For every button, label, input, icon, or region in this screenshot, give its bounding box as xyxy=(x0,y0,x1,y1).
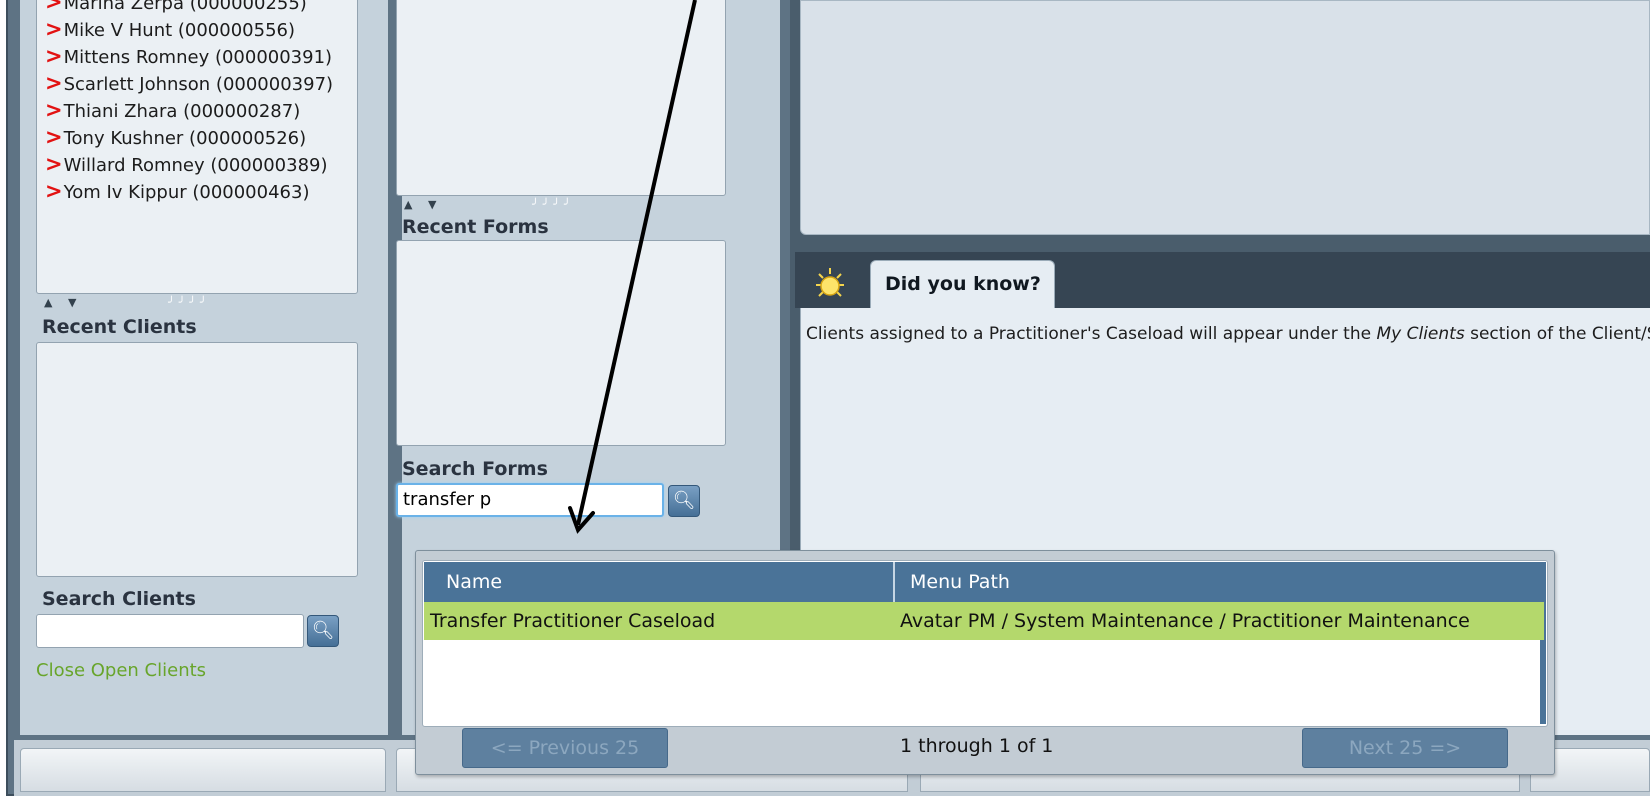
resize-arrows-icon[interactable]: ▲ ▼ xyxy=(44,296,82,309)
chevron-right-icon: > xyxy=(45,17,63,41)
forms-list[interactable] xyxy=(396,0,726,196)
client-list-item[interactable]: >Mittens Romney (000000391) xyxy=(45,43,357,70)
recent-forms-title: Recent Forms xyxy=(402,216,549,238)
recent-clients-list[interactable] xyxy=(36,342,358,577)
resize-grip-icon[interactable]: ╯╯╯╯ xyxy=(168,296,211,309)
search-icon: 🔍︎ xyxy=(311,620,335,641)
chevron-right-icon: > xyxy=(45,152,63,176)
client-list-item[interactable]: >Thiani Zhara (000000287) xyxy=(45,97,357,124)
client-list-item[interactable]: >Tony Kushner (000000526) xyxy=(45,124,357,151)
client-name: Tony Kushner (000000526) xyxy=(63,128,307,149)
column-header-name[interactable]: Name xyxy=(446,562,502,602)
forms-resize-arrows-icon[interactable]: ▲ ▼ xyxy=(404,198,442,211)
tip-text-part: Clients assigned to a Practitioner's Cas… xyxy=(806,324,1377,344)
lightbulb-icon xyxy=(810,265,850,305)
search-icon: 🔍︎ xyxy=(672,490,696,511)
search-clients-input[interactable] xyxy=(36,614,304,648)
recent-clients-title: Recent Clients xyxy=(42,316,197,338)
next-25-button[interactable]: Next 25 => xyxy=(1302,728,1508,768)
top-content-panel xyxy=(800,0,1650,235)
grid-scrollbar[interactable] xyxy=(1540,562,1546,724)
search-forms-input[interactable]: transfer p xyxy=(396,483,664,517)
chevron-right-icon: > xyxy=(45,125,63,149)
client-name: Scarlett Johnson (000000397) xyxy=(63,74,334,95)
client-name: Willard Romney (000000389) xyxy=(63,155,328,176)
tip-text-italic: My Clients xyxy=(1376,324,1465,344)
chevron-right-icon: > xyxy=(45,98,63,122)
row-menu-path-cell[interactable]: Avatar PM / System Maintenance / Practit… xyxy=(900,602,1470,640)
forms-resize-grip-icon[interactable]: ╯╯╯╯ xyxy=(532,198,575,211)
column-header-menu-path[interactable]: Menu Path xyxy=(910,562,1010,602)
column-separator xyxy=(893,562,895,602)
did-you-know-text: Clients assigned to a Practitioner's Cas… xyxy=(806,324,1650,344)
client-list-item[interactable]: >Scarlett Johnson (000000397) xyxy=(45,70,357,97)
client-name: Mittens Romney (000000391) xyxy=(63,47,333,68)
client-name: Thiani Zhara (000000287) xyxy=(63,101,301,122)
recent-forms-list[interactable] xyxy=(396,240,726,446)
client-list-item[interactable]: >Yom Iv Kippur (000000463) xyxy=(45,178,357,205)
search-clients-title: Search Clients xyxy=(42,588,196,610)
open-clients-list[interactable]: >Marina Zerpa (000000255) >Mike V Hunt (0… xyxy=(36,0,358,294)
client-list-item[interactable]: >Mike V Hunt (000000556) xyxy=(45,16,357,43)
client-list-item[interactable]: >Marina Zerpa (000000255) xyxy=(45,0,357,16)
chevron-right-icon: > xyxy=(45,0,63,14)
results-count: 1 through 1 of 1 xyxy=(900,735,1054,757)
search-forms-title: Search Forms xyxy=(402,458,548,480)
previous-25-button[interactable]: <= Previous 25 xyxy=(462,728,668,768)
row-name-cell[interactable]: Transfer Practitioner Caseload xyxy=(430,602,715,640)
search-clients-button[interactable]: 🔍︎ xyxy=(307,615,339,647)
chevron-right-icon: > xyxy=(45,44,63,68)
chevron-right-icon: > xyxy=(45,179,63,203)
client-name: Mike V Hunt (000000556) xyxy=(63,20,295,41)
tab-did-you-know[interactable]: Did you know? xyxy=(870,260,1055,308)
search-forms-button[interactable]: 🔍︎ xyxy=(668,485,700,517)
client-name: Yom Iv Kippur (000000463) xyxy=(63,182,310,203)
bottom-tab[interactable] xyxy=(20,748,386,792)
client-list-item[interactable]: >Willard Romney (000000389) xyxy=(45,151,357,178)
client-name: Marina Zerpa (000000255) xyxy=(63,0,307,14)
close-open-clients-link[interactable]: Close Open Clients xyxy=(36,660,206,681)
chevron-right-icon: > xyxy=(45,71,63,95)
tip-text-part: section of the Client/St xyxy=(1464,324,1650,344)
